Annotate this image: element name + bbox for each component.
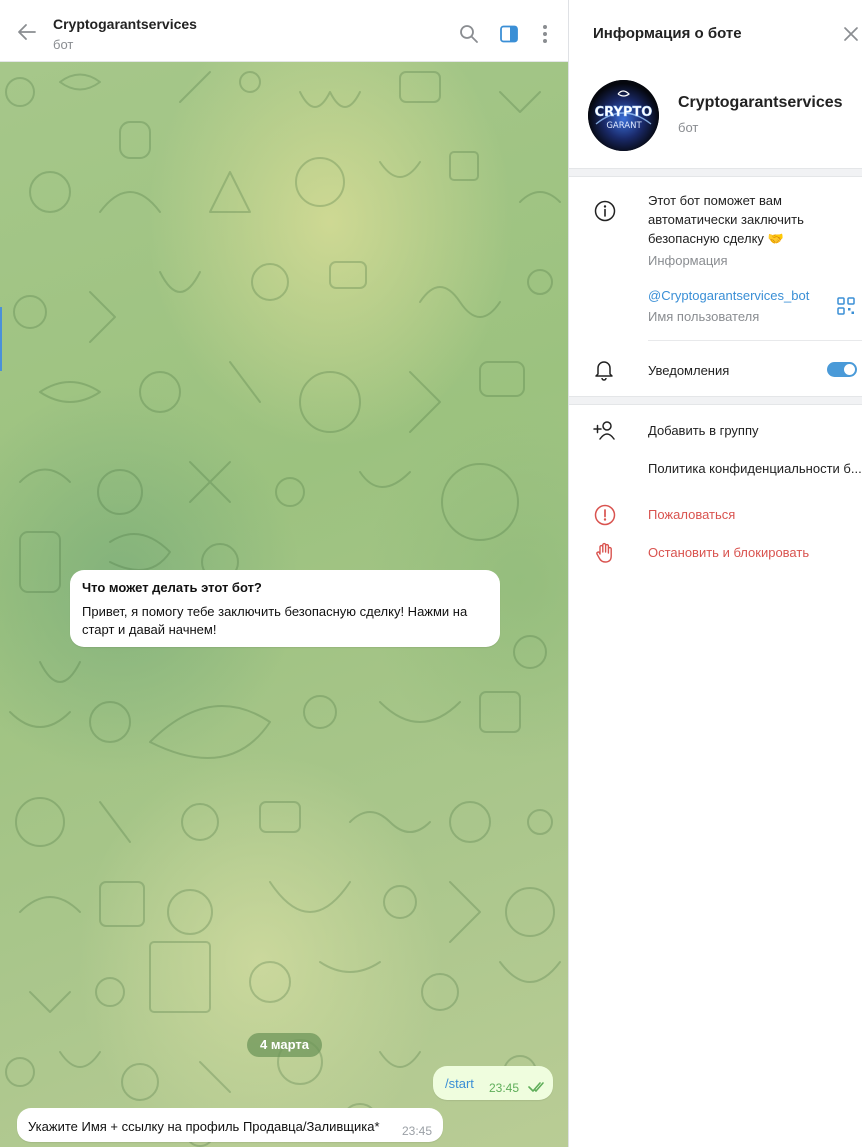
bot-info-panel: Информация о боте CRYPTO GARANT Cryptoga… (569, 0, 862, 1147)
svg-text:GARANT: GARANT (606, 121, 642, 131)
chat-title[interactable]: Cryptogarantservices (53, 16, 197, 32)
bot-description-card: Что может делать этот бот? Привет, я пом… (70, 570, 500, 647)
bot-about-text: Этот бот поможет вам автоматически заклю… (648, 193, 804, 246)
chat-subtitle: бот (53, 37, 74, 52)
stop-and-block-button[interactable]: Остановить и блокировать (569, 535, 862, 571)
bot-name: Cryptogarantservices (678, 94, 843, 111)
side-panel-icon[interactable] (499, 24, 519, 44)
bell-icon (595, 361, 613, 381)
svg-text:CRYPTO: CRYPTO (595, 105, 653, 120)
date-divider: 4 марта (247, 1033, 322, 1057)
section-divider (569, 396, 862, 405)
bot-status: бот (678, 120, 699, 135)
toggle-knob (843, 363, 856, 376)
qr-code-icon[interactable] (837, 297, 855, 315)
bot-about-label: Информация (648, 253, 728, 268)
report-label: Пожаловаться (648, 507, 736, 522)
section-divider (569, 168, 862, 177)
avatar[interactable]: CRYPTO GARANT (588, 80, 659, 151)
info-icon (594, 200, 616, 222)
search-icon[interactable] (459, 24, 479, 44)
more-vertical-icon[interactable] (535, 23, 555, 45)
notifications-toggle[interactable] (827, 362, 857, 377)
outgoing-message-time: 23:45 (489, 1081, 520, 1095)
divider-line (648, 340, 862, 341)
bot-username-link[interactable]: @Cryptogarantservices_bot (648, 288, 809, 303)
incoming-message[interactable]: Укажите Имя + ссылку на профиль Продавца… (17, 1108, 443, 1142)
info-panel-title: Информация о боте (593, 25, 742, 42)
chat-header: Cryptogarantservices бот (0, 0, 568, 62)
bot-username-label: Имя пользователя (648, 309, 760, 324)
incoming-message-text: Укажите Имя + ссылку на профиль Продавца… (28, 1119, 380, 1134)
chat-column: Cryptogarantservices бот Что может делат… (0, 0, 569, 1147)
block-hand-icon (596, 542, 612, 563)
crypto-garant-logo: CRYPTO GARANT (588, 80, 659, 151)
privacy-policy-label: Политика конфиденциальности б... (648, 461, 862, 476)
incoming-message-time: 23:45 (402, 1124, 433, 1138)
add-to-group-label: Добавить в группу (648, 423, 759, 438)
bot-description-text: Привет, я помогу тебе заключить безопасн… (82, 604, 468, 637)
close-icon[interactable] (843, 26, 859, 42)
back-arrow-icon[interactable] (16, 21, 38, 43)
report-icon (594, 504, 616, 526)
bot-description-title: Что может делать этот бот? (82, 580, 262, 595)
report-button[interactable]: Пожаловаться (569, 497, 862, 533)
outgoing-message[interactable]: /start 23:45 (433, 1066, 553, 1100)
add-user-icon (593, 421, 615, 440)
outgoing-message-text[interactable]: /start (445, 1076, 474, 1091)
add-to-group-button[interactable]: Добавить в группу (569, 413, 862, 449)
privacy-policy-button[interactable]: Политика конфиденциальности б... (569, 451, 862, 487)
notifications-label: Уведомления (648, 363, 730, 378)
scroll-indicator (0, 307, 2, 371)
double-check-icon (528, 1082, 544, 1092)
stop-and-block-label: Остановить и блокировать (648, 545, 810, 560)
